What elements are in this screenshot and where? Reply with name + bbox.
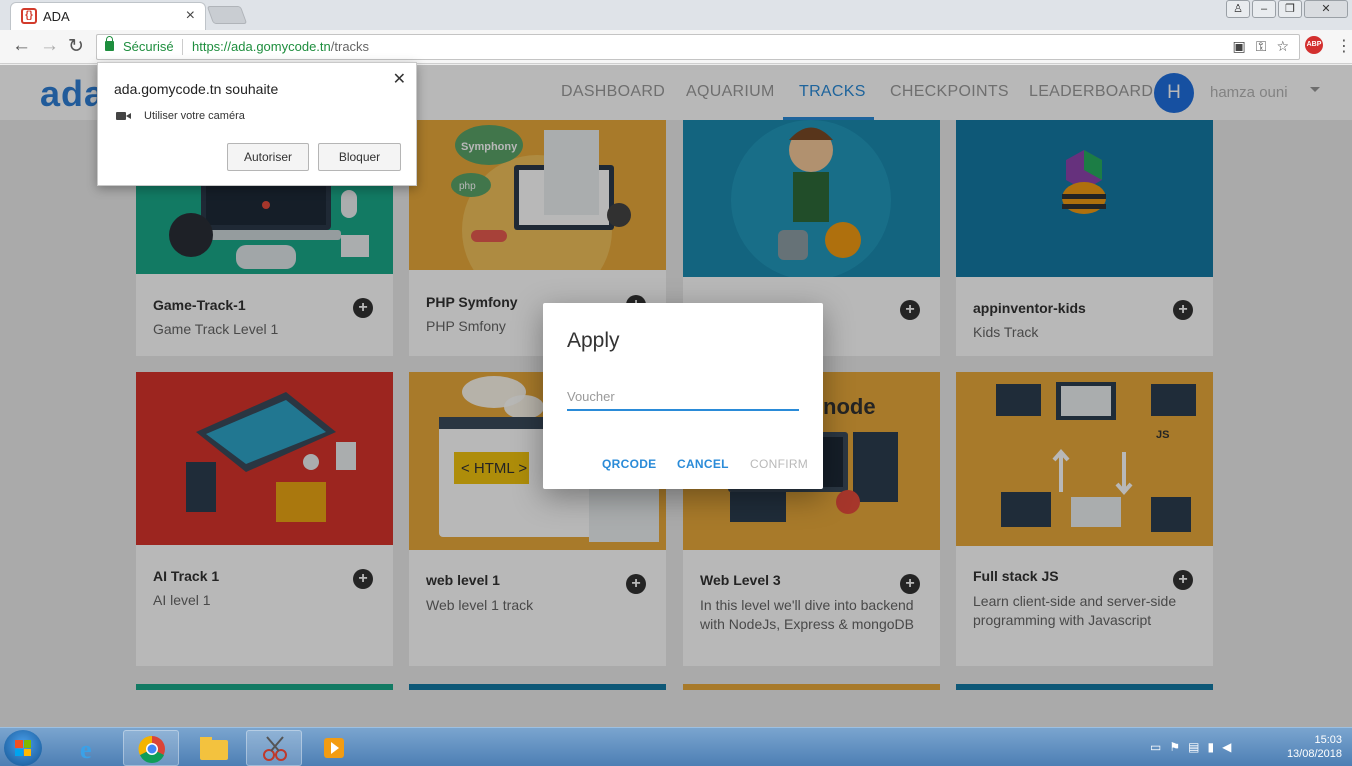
- address-bar[interactable]: Sécurisé https://ada.gomycode.tn/tracks …: [96, 34, 1300, 60]
- volume-icon[interactable]: ◀: [1222, 740, 1231, 754]
- device-icon[interactable]: ▤: [1188, 740, 1199, 754]
- url-separator: [182, 39, 183, 55]
- media-player-icon[interactable]: [306, 730, 362, 766]
- snipping-tool-icon[interactable]: [246, 730, 302, 766]
- back-icon[interactable]: ←: [12, 35, 31, 57]
- browser-menu-icon[interactable]: ⋮: [1336, 36, 1352, 56]
- close-icon[interactable]: ✕: [393, 69, 406, 89]
- camera-permission-popup: ada.gomycode.tn souhaite ✕ Utiliser votr…: [97, 62, 417, 186]
- qrcode-button[interactable]: QRCODE: [602, 457, 656, 471]
- internet-explorer-icon[interactable]: e: [64, 730, 120, 766]
- apply-dialog: Apply QRCODE CANCEL CONFIRM: [543, 303, 823, 489]
- window-controls: ♙ – ❐ ✕: [1226, 0, 1348, 18]
- clock-time: 15:03: [1314, 734, 1342, 746]
- close-window-button[interactable]: ✕: [1304, 0, 1348, 18]
- flag-icon[interactable]: ⚑: [1169, 740, 1180, 754]
- forward-icon[interactable]: →: [40, 35, 59, 57]
- network-icon[interactable]: ▮: [1207, 740, 1214, 754]
- action-center-icon[interactable]: ▭: [1150, 740, 1161, 754]
- bookmark-star-icon[interactable]: ☆: [1276, 38, 1289, 55]
- clock-date: 13/08/2018: [1286, 748, 1342, 760]
- permission-title: ada.gomycode.tn souhaite: [114, 81, 279, 97]
- start-button[interactable]: [4, 730, 42, 766]
- taskbar-clock[interactable]: 15:03 13/08/2018: [1282, 733, 1342, 761]
- camera-blocked-icon[interactable]: ▣: [1233, 38, 1246, 55]
- dialog-title: Apply: [567, 329, 620, 352]
- adblock-icon[interactable]: ABP: [1305, 36, 1323, 54]
- new-tab-button[interactable]: [206, 6, 248, 24]
- svg-text:e: e: [80, 735, 92, 764]
- permission-request: Utiliser votre caméra: [144, 110, 245, 122]
- key-icon[interactable]: ⚿: [1256, 38, 1267, 55]
- restore-button[interactable]: ❐: [1278, 0, 1302, 18]
- lock-icon: [105, 36, 114, 51]
- windows-logo-icon: [15, 740, 31, 756]
- browser-tab[interactable]: {} ADA ×: [10, 2, 206, 30]
- cancel-button[interactable]: CANCEL: [677, 457, 729, 471]
- address-bar-icons: ▣ ⚿ ☆: [1233, 38, 1289, 55]
- favicon-icon: {}: [21, 8, 37, 24]
- block-button[interactable]: Bloquer: [318, 143, 401, 171]
- tab-title: ADA: [43, 9, 70, 24]
- url-text[interactable]: https://ada.gomycode.tn/tracks: [192, 39, 369, 54]
- tab-close-icon[interactable]: ×: [186, 7, 195, 25]
- allow-button[interactable]: Autoriser: [227, 143, 309, 171]
- minimize-button[interactable]: –: [1252, 0, 1276, 18]
- user-profile-icon[interactable]: ♙: [1226, 0, 1250, 18]
- chrome-icon[interactable]: [123, 730, 179, 766]
- camera-icon: [116, 112, 131, 120]
- secure-label: Sécurisé: [123, 39, 174, 54]
- browser-toolbar: ← → ↻ Sécurisé https://ada.gomycode.tn/t…: [0, 30, 1352, 64]
- confirm-button[interactable]: CONFIRM: [750, 457, 808, 471]
- reload-icon[interactable]: ↻: [68, 35, 84, 58]
- file-explorer-icon[interactable]: [186, 730, 242, 766]
- voucher-input[interactable]: [567, 383, 799, 411]
- taskbar: e ▭ ⚑ ▤ ▮ ◀ 15:03 13/08/2018: [0, 727, 1352, 766]
- system-tray: ▭ ⚑ ▤ ▮ ◀: [1150, 740, 1231, 754]
- tab-strip: {} ADA × ♙ – ❐ ✕: [0, 0, 1352, 30]
